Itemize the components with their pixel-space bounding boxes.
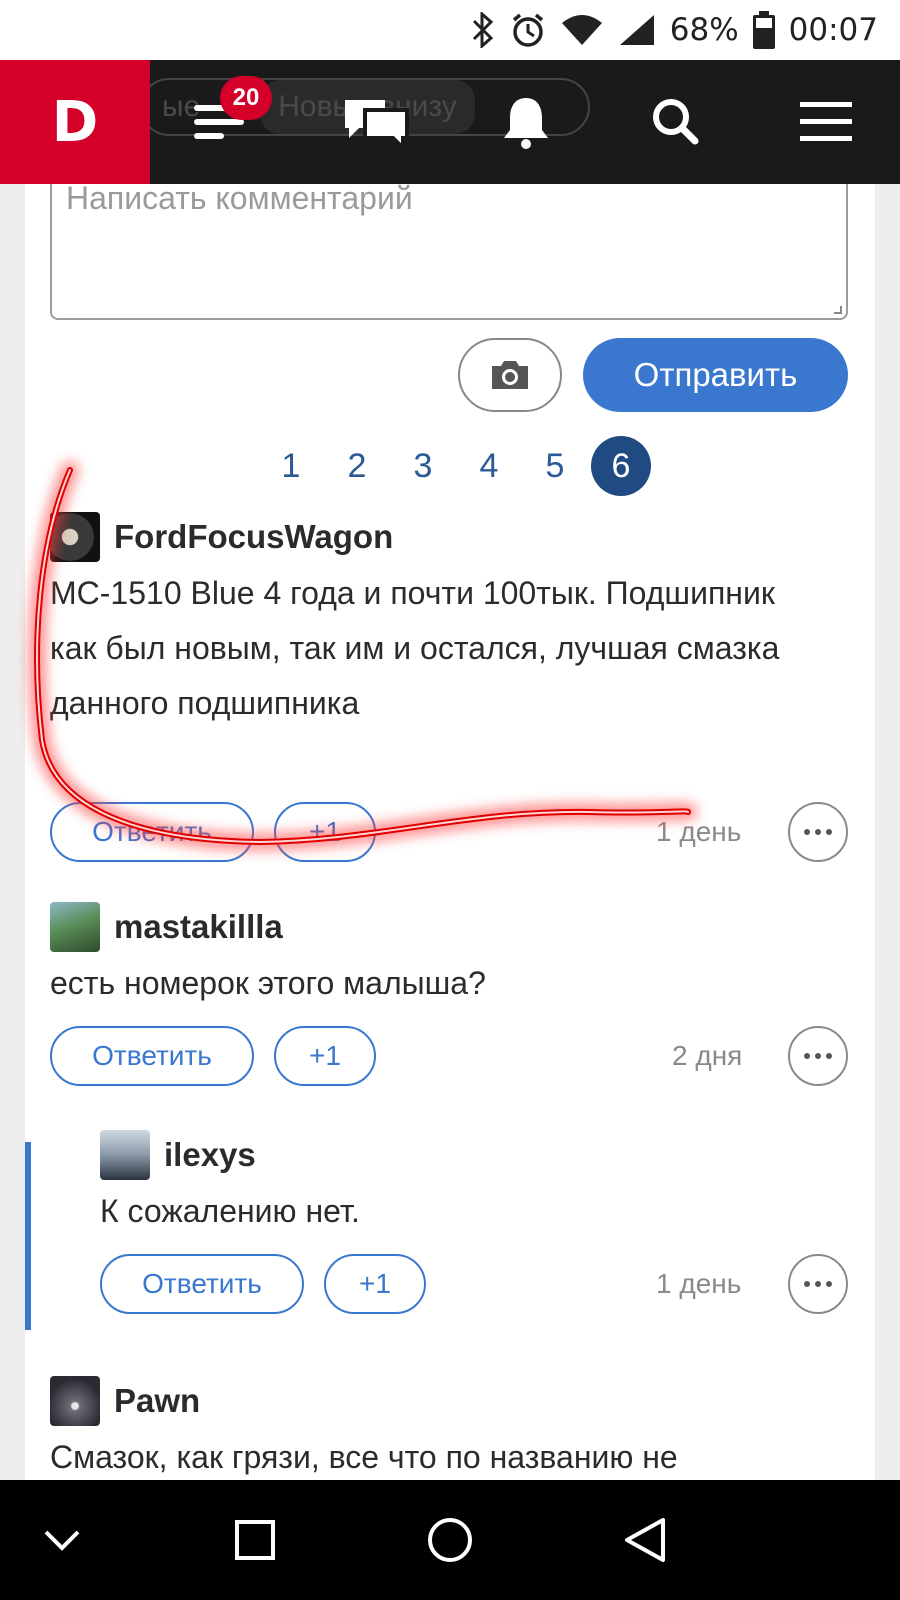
- comment-text: MC-1510 Blue 4 года и почти 100тык. Подш…: [50, 575, 780, 721]
- comment-text: Смазок, как грязи, все что по названию н…: [50, 1439, 678, 1475]
- plus-one-button[interactable]: +1: [324, 1254, 426, 1314]
- top-navigation: ые Новые внизу D 20: [0, 60, 900, 184]
- hide-keyboard-button[interactable]: [32, 1510, 92, 1570]
- wifi-icon: [560, 13, 604, 47]
- bluetooth-icon: [470, 12, 496, 48]
- feed-button[interactable]: 20: [184, 76, 272, 158]
- circle-icon: [428, 1518, 472, 1562]
- page-link-3[interactable]: 3: [393, 436, 453, 496]
- clock: 00:07: [788, 12, 878, 48]
- more-options-button[interactable]: [788, 802, 848, 862]
- page-link-1[interactable]: 1: [261, 436, 321, 496]
- comment-input[interactable]: Написать комментарий: [50, 184, 848, 320]
- pagination: 1 2 3 4 5 6: [261, 436, 651, 496]
- user-avatar[interactable]: [100, 1130, 150, 1180]
- chevron-down-icon: [44, 1530, 80, 1551]
- discussions-button[interactable]: [340, 86, 412, 158]
- comment-item: FordFocusWagon MC-1510 Blue 4 года и поч…: [50, 512, 848, 862]
- comments-section: Написать комментарий Отправить 1 2 3 4 5…: [25, 184, 875, 1480]
- system-navigation-bar: [0, 1480, 900, 1600]
- home-button[interactable]: [420, 1510, 480, 1570]
- search-button[interactable]: [640, 86, 712, 158]
- bell-icon: [504, 98, 548, 149]
- notifications-button[interactable]: [490, 86, 562, 158]
- back-button[interactable]: [615, 1510, 675, 1570]
- back-triangle-icon: [625, 1518, 665, 1562]
- more-options-button[interactable]: [788, 1254, 848, 1314]
- recent-apps-button[interactable]: [225, 1510, 285, 1570]
- comment-timestamp: 1 день: [656, 1268, 742, 1299]
- reply-comment-item: ilexys К сожалению нет. Ответить +1 1 де…: [100, 1130, 848, 1314]
- resize-handle[interactable]: [834, 306, 842, 314]
- reply-button[interactable]: Ответить: [100, 1254, 304, 1314]
- chat-bubbles-icon: [345, 100, 409, 150]
- comment-username[interactable]: Pawn: [114, 1382, 200, 1420]
- plus-one-button[interactable]: +1: [274, 802, 376, 862]
- site-logo[interactable]: D: [0, 60, 150, 184]
- comment-text: есть номерок этого малыша?: [50, 965, 486, 1001]
- menu-button[interactable]: [790, 86, 862, 158]
- comment-username[interactable]: mastakillla: [114, 908, 283, 946]
- square-icon: [235, 1520, 275, 1560]
- page-link-5[interactable]: 5: [525, 436, 585, 496]
- signal-icon: [618, 13, 656, 47]
- reply-button[interactable]: Ответить: [50, 802, 254, 862]
- alarm-icon: [510, 12, 546, 48]
- page-link-2[interactable]: 2: [327, 436, 387, 496]
- comment-input-placeholder: Написать комментарий: [66, 184, 413, 216]
- comment-timestamp: 1 день: [656, 816, 742, 847]
- send-button[interactable]: Отправить: [583, 338, 848, 412]
- comment-timestamp: 2 дня: [672, 1040, 743, 1071]
- comment-item: Pawn Смазок, как грязи, все что по назва…: [50, 1376, 830, 1480]
- comment-username[interactable]: FordFocusWagon: [114, 518, 393, 556]
- more-options-button[interactable]: [788, 1026, 848, 1086]
- battery-percent: 68%: [669, 12, 739, 48]
- attach-photo-button[interactable]: [458, 338, 562, 412]
- status-bar: 68% 00:07: [0, 0, 900, 60]
- camera-icon: [492, 361, 528, 389]
- feed-count-badge: 20: [220, 76, 272, 120]
- hamburger-menu-icon: [800, 102, 852, 141]
- user-avatar[interactable]: [50, 902, 100, 952]
- comment-username[interactable]: ilexys: [164, 1136, 256, 1174]
- reply-thread-indicator: [25, 1142, 31, 1330]
- page-link-4[interactable]: 4: [459, 436, 519, 496]
- comment-item: mastakillla есть номерок этого малыша? О…: [50, 902, 848, 1086]
- battery-icon: [752, 11, 775, 49]
- comment-text: К сожалению нет.: [100, 1193, 360, 1229]
- user-avatar[interactable]: [50, 512, 100, 562]
- search-icon: [653, 99, 699, 145]
- plus-one-button[interactable]: +1: [274, 1026, 376, 1086]
- reply-button[interactable]: Ответить: [50, 1026, 254, 1086]
- page-link-6-current[interactable]: 6: [591, 436, 651, 496]
- user-avatar[interactable]: [50, 1376, 100, 1426]
